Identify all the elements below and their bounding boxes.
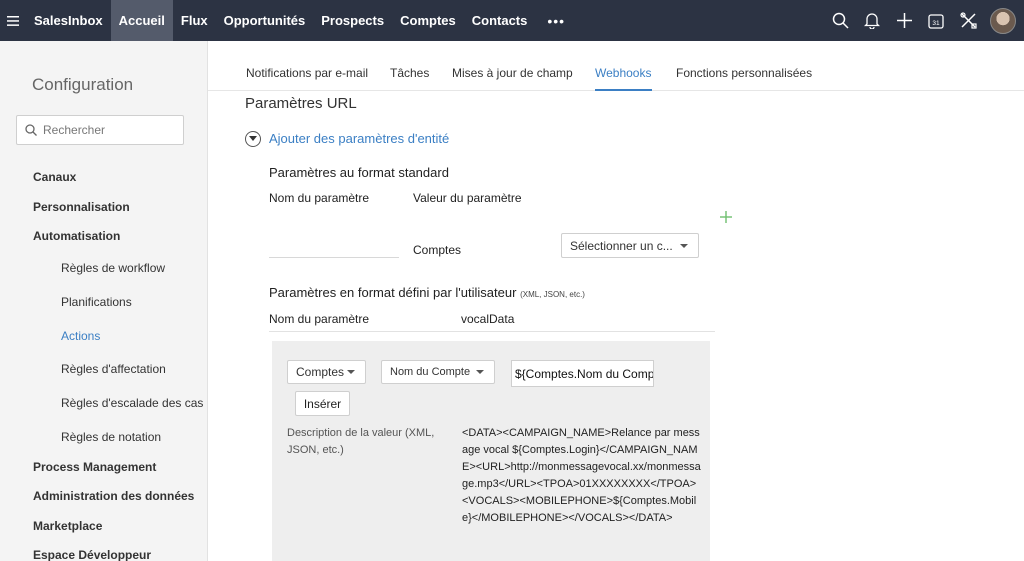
param-module-label: Comptes (413, 243, 462, 257)
hamburger-icon[interactable] (0, 0, 26, 41)
value-description-text: <DATA><CAMPAIGN_NAME>Relance par message… (462, 427, 701, 524)
sidebar-item-marketplace[interactable]: Marketplace (33, 519, 102, 533)
field-select-value: Nom du Compte (390, 366, 471, 378)
user-avatar[interactable] (990, 7, 1016, 34)
param-field-select[interactable]: Sélectionner un c... (561, 233, 699, 258)
calendar-icon[interactable]: 31 (920, 0, 952, 41)
add-entity-params-link[interactable]: Ajouter des paramètres d'entité (269, 131, 449, 146)
section-title: Paramètres URL (245, 95, 357, 112)
sidebar-subitem-regles-workflow[interactable]: Règles de workflow (61, 261, 165, 275)
nav-opportunites[interactable]: Opportunités (216, 0, 314, 41)
more-nav-button[interactable]: ••• (535, 13, 577, 29)
sidebar-subitem-regles-notation[interactable]: Règles de notation (61, 430, 161, 444)
sidebar-item-administration-donnees[interactable]: Administration des données (33, 489, 194, 503)
sidebar-item-personnalisation[interactable]: Personnalisation (33, 200, 130, 214)
merge-field-textbox[interactable]: ${Comptes.Nom du Compte} (511, 360, 654, 387)
add-param-plus-icon[interactable] (720, 210, 732, 228)
param-field-select-value: Sélectionner un c... (570, 238, 673, 253)
chevron-down-icon (347, 370, 355, 374)
plus-icon[interactable] (888, 0, 920, 41)
chevron-down-icon[interactable] (245, 131, 261, 147)
sidebar-item-automatisation[interactable]: Automatisation (33, 229, 120, 243)
custom-params-heading-text: Paramètres en format défini par l'utilis… (269, 285, 517, 300)
actions-tabs: Notifications par e-mail Tâches Mises à … (208, 41, 1024, 91)
settings-sidebar: Configuration Rechercher Canaux Personna… (0, 41, 208, 561)
nav-accueil[interactable]: Accueil (110, 0, 173, 41)
nav-contacts[interactable]: Contacts (464, 0, 536, 41)
custom-param-name-label: Nom du paramètre (269, 312, 370, 326)
sidebar-subitem-regles-affectation[interactable]: Règles d'affectation (61, 362, 166, 376)
sidebar-title: Configuration (32, 75, 134, 94)
value-description-textarea[interactable]: <DATA><CAMPAIGN_NAME>Relance par message… (462, 425, 702, 527)
tab-taches[interactable]: Tâches (390, 66, 429, 80)
tools-icon[interactable] (952, 0, 984, 41)
search-icon[interactable] (824, 0, 856, 41)
module-select-value: Comptes (296, 365, 345, 379)
tab-mises-a-jour-champ[interactable]: Mises à jour de champ (452, 66, 573, 80)
tab-webhooks[interactable]: Webhooks (595, 66, 651, 80)
param-value-column-header: Valeur du paramètre (413, 191, 522, 205)
active-tab-indicator (595, 89, 652, 91)
param-name-column-header: Nom du paramètre (269, 191, 370, 205)
tab-fonctions-personnalisees[interactable]: Fonctions personnalisées (676, 66, 812, 80)
custom-params-heading-format: (XML, JSON, etc.) (520, 290, 585, 299)
nav-prospects[interactable]: Prospects (313, 0, 392, 41)
divider (269, 331, 715, 332)
top-navigation-bar: SalesInbox Accueil Flux Opportunités Pro… (0, 0, 1024, 41)
nav-flux[interactable]: Flux (173, 0, 216, 41)
custom-param-name-value[interactable]: vocalData (461, 312, 514, 326)
value-description-label: Description de la valeur (XML, JSON, etc… (287, 427, 435, 456)
field-select[interactable]: Nom du Compte (381, 360, 495, 384)
sidebar-item-espace-developpeur[interactable]: Espace Développeur (33, 548, 151, 561)
search-placeholder: Rechercher (43, 123, 106, 137)
nav-comptes[interactable]: Comptes (392, 0, 464, 41)
custom-params-heading: Paramètres en format défini par l'utilis… (269, 285, 585, 300)
insert-button[interactable]: Insérer (295, 391, 350, 416)
sidebar-item-canaux[interactable]: Canaux (33, 170, 76, 184)
sidebar-subitem-regles-escalade[interactable]: Règles d'escalade des cas (61, 396, 203, 410)
tab-notifications-email[interactable]: Notifications par e-mail (246, 66, 368, 80)
calendar-day: 31 (932, 20, 940, 27)
sidebar-subitem-planifications[interactable]: Planifications (61, 295, 132, 309)
top-icons-group: 31 (824, 0, 1024, 41)
chevron-down-icon (680, 243, 688, 248)
nav-salesinbox[interactable]: SalesInbox (26, 0, 111, 41)
param-name-input[interactable] (269, 232, 399, 258)
standard-params-heading: Paramètres au format standard (269, 165, 449, 180)
chevron-down-icon (476, 370, 484, 374)
search-icon (25, 124, 37, 136)
sidebar-item-process-management[interactable]: Process Management (33, 460, 156, 474)
sidebar-subitem-actions[interactable]: Actions (61, 329, 100, 343)
sidebar-search-input[interactable]: Rechercher (16, 115, 184, 145)
module-select[interactable]: Comptes (287, 360, 366, 384)
bell-icon[interactable] (856, 0, 888, 41)
